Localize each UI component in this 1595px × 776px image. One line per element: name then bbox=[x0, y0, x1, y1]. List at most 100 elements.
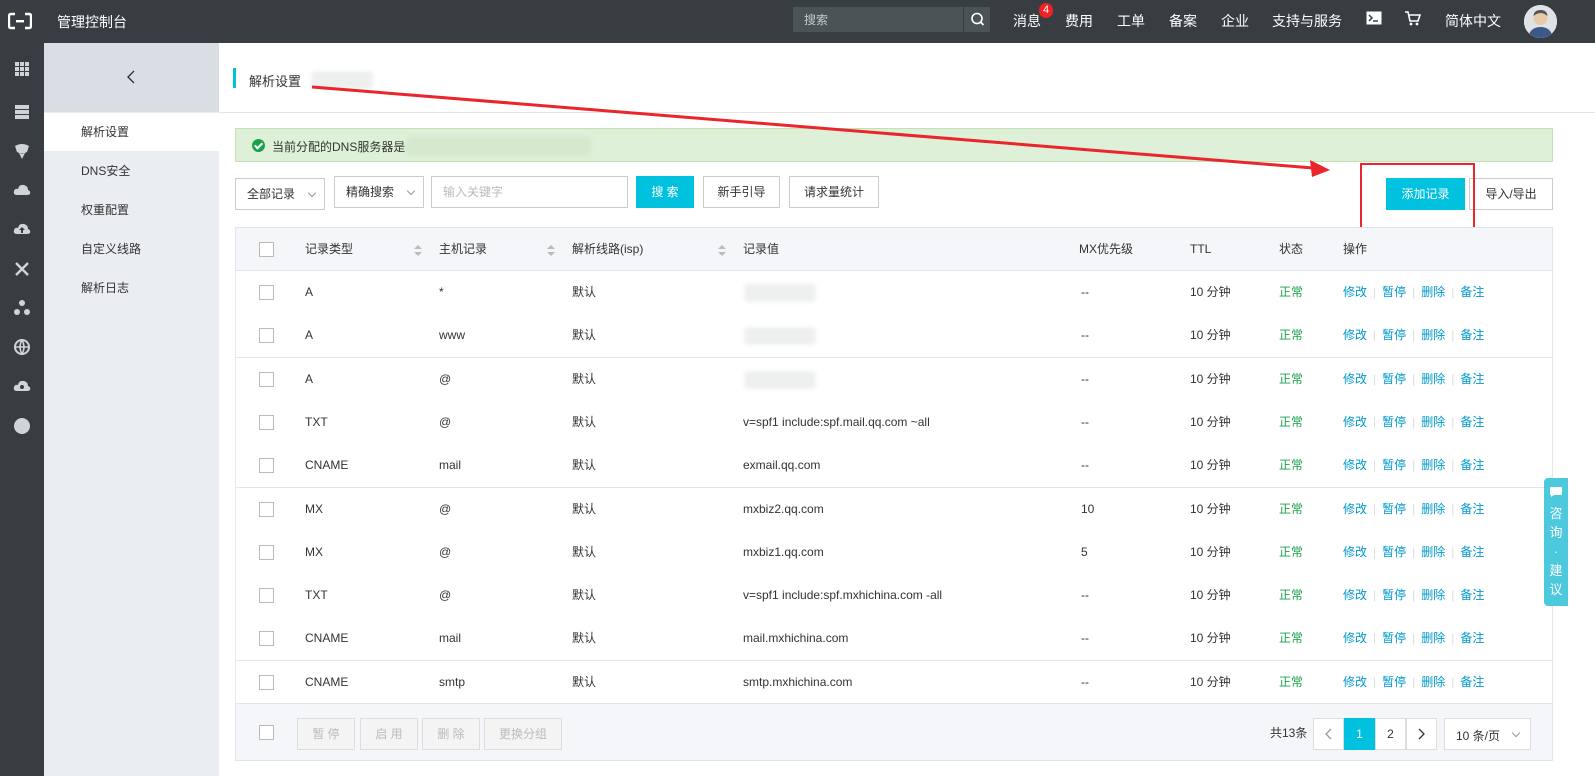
page-size-select[interactable]: 10 条/页 bbox=[1444, 718, 1531, 750]
row-checkbox[interactable] bbox=[259, 414, 274, 430]
pause-link[interactable]: 暂停 bbox=[1382, 675, 1406, 689]
sort-icon[interactable] bbox=[414, 245, 422, 256]
row-checkbox[interactable] bbox=[259, 285, 274, 300]
delete-link[interactable]: 删除 bbox=[1421, 675, 1445, 689]
header-host[interactable]: 主机记录 bbox=[439, 228, 487, 271]
delete-link[interactable]: 删除 bbox=[1421, 502, 1445, 516]
cluster-icon[interactable] bbox=[12, 298, 32, 318]
prev-page-button[interactable] bbox=[1313, 718, 1344, 750]
delete-link[interactable]: 删除 bbox=[1421, 631, 1445, 645]
edit-link[interactable]: 修改 bbox=[1343, 328, 1367, 342]
remark-link[interactable]: 备注 bbox=[1460, 372, 1484, 386]
edit-link[interactable]: 修改 bbox=[1343, 502, 1367, 516]
delete-link[interactable]: 删除 bbox=[1421, 545, 1445, 559]
change-group-button[interactable]: 更换分组 bbox=[484, 718, 562, 750]
remark-link[interactable]: 备注 bbox=[1460, 588, 1484, 602]
remark-link[interactable]: 备注 bbox=[1460, 502, 1484, 516]
header-record-type[interactable]: 记录类型 bbox=[305, 228, 353, 271]
pause-link[interactable]: 暂停 bbox=[1382, 502, 1406, 516]
record-filter-select[interactable]: 全部记录 bbox=[235, 178, 325, 210]
nav-tickets[interactable]: 工单 bbox=[1117, 11, 1145, 31]
row-checkbox[interactable] bbox=[259, 588, 274, 604]
pause-link[interactable]: 暂停 bbox=[1382, 545, 1406, 559]
delete-link[interactable]: 删除 bbox=[1421, 328, 1445, 342]
delete-link[interactable]: 删除 bbox=[1421, 372, 1445, 386]
terminal-icon[interactable] bbox=[1366, 11, 1382, 25]
remark-link[interactable]: 备注 bbox=[1460, 631, 1484, 645]
grid-menu-icon[interactable] bbox=[12, 59, 32, 79]
edit-link[interactable]: 修改 bbox=[1343, 285, 1367, 299]
nav-enterprise[interactable]: 企业 bbox=[1221, 11, 1249, 31]
search-mode-select[interactable]: 精确搜索 bbox=[334, 176, 424, 208]
page-2-button[interactable]: 2 bbox=[1375, 718, 1406, 750]
sidebar-item-resolve-log[interactable]: 解析日志 bbox=[44, 269, 219, 307]
row-checkbox[interactable] bbox=[259, 458, 274, 474]
security-cloud-icon[interactable] bbox=[12, 376, 32, 396]
select-all-checkbox[interactable] bbox=[259, 242, 274, 257]
next-page-button[interactable] bbox=[1406, 718, 1437, 750]
cloud-upload-icon[interactable] bbox=[12, 219, 32, 239]
edit-link[interactable]: 修改 bbox=[1343, 415, 1367, 429]
page-1-button[interactable]: 1 bbox=[1344, 718, 1375, 750]
row-checkbox[interactable] bbox=[259, 371, 274, 387]
request-stats-button[interactable]: 请求量统计 bbox=[789, 176, 879, 208]
import-export-button[interactable]: 导入/导出 bbox=[1469, 178, 1553, 210]
edit-link[interactable]: 修改 bbox=[1343, 631, 1367, 645]
aliyun-logo-icon[interactable] bbox=[8, 12, 32, 30]
pause-link[interactable]: 暂停 bbox=[1382, 285, 1406, 299]
batch-enable-button[interactable]: 启 用 bbox=[360, 718, 418, 750]
delete-link[interactable]: 删除 bbox=[1421, 458, 1445, 472]
remark-link[interactable]: 备注 bbox=[1460, 675, 1484, 689]
delete-link[interactable]: 删除 bbox=[1421, 415, 1445, 429]
nav-messages[interactable]: 消息 bbox=[1013, 11, 1041, 31]
console-title[interactable]: 管理控制台 bbox=[57, 12, 127, 32]
footer-select-all-checkbox[interactable] bbox=[259, 725, 274, 740]
sidebar-item-custom-lines[interactable]: 自定义线路 bbox=[44, 230, 219, 268]
row-checkbox[interactable] bbox=[259, 328, 274, 344]
cart-icon[interactable] bbox=[1404, 11, 1421, 26]
global-search-input[interactable] bbox=[793, 7, 963, 32]
sort-icon[interactable] bbox=[547, 245, 555, 256]
nav-icp[interactable]: 备案 bbox=[1169, 11, 1197, 31]
user-avatar[interactable] bbox=[1524, 5, 1557, 38]
keyword-input[interactable] bbox=[431, 176, 628, 208]
sort-icon[interactable] bbox=[718, 245, 726, 256]
pause-link[interactable]: 暂停 bbox=[1382, 328, 1406, 342]
row-checkbox[interactable] bbox=[259, 544, 274, 560]
sidebar-item-dns-security[interactable]: DNS安全 bbox=[44, 152, 219, 190]
network-cross-icon[interactable] bbox=[12, 259, 32, 279]
edit-link[interactable]: 修改 bbox=[1343, 675, 1367, 689]
row-checkbox[interactable] bbox=[259, 501, 274, 517]
delete-link[interactable]: 删除 bbox=[1421, 588, 1445, 602]
remark-link[interactable]: 备注 bbox=[1460, 328, 1484, 342]
sidebar-item-resolve-settings[interactable]: 解析设置 bbox=[44, 113, 219, 151]
globe-icon[interactable] bbox=[12, 337, 32, 357]
delete-link[interactable]: 删除 bbox=[1421, 285, 1445, 299]
edit-link[interactable]: 修改 bbox=[1343, 458, 1367, 472]
batch-pause-button[interactable]: 暂 停 bbox=[297, 718, 355, 750]
guide-button[interactable]: 新手引导 bbox=[703, 176, 780, 208]
remark-link[interactable]: 备注 bbox=[1460, 458, 1484, 472]
pause-link[interactable]: 暂停 bbox=[1382, 458, 1406, 472]
consult-feedback-tab[interactable]: 咨 询 · 建 议 bbox=[1544, 478, 1568, 606]
remark-link[interactable]: 备注 bbox=[1460, 285, 1484, 299]
pause-link[interactable]: 暂停 bbox=[1382, 588, 1406, 602]
sidebar-item-weight-config[interactable]: 权重配置 bbox=[44, 191, 219, 229]
server-icon[interactable] bbox=[12, 102, 32, 122]
nav-billing[interactable]: 费用 bbox=[1065, 11, 1093, 31]
language-switch[interactable]: 简体中文 bbox=[1445, 11, 1501, 31]
search-button[interactable] bbox=[963, 7, 990, 32]
database-icon[interactable] bbox=[12, 141, 32, 161]
search-records-button[interactable]: 搜 索 bbox=[636, 176, 694, 208]
pause-link[interactable]: 暂停 bbox=[1382, 631, 1406, 645]
edit-link[interactable]: 修改 bbox=[1343, 545, 1367, 559]
sidebar-collapse-button[interactable] bbox=[44, 43, 219, 112]
cloud-icon[interactable] bbox=[12, 180, 32, 200]
nav-support[interactable]: 支持与服务 bbox=[1272, 11, 1342, 31]
circle-icon[interactable] bbox=[12, 416, 32, 436]
row-checkbox[interactable] bbox=[259, 631, 274, 647]
remark-link[interactable]: 备注 bbox=[1460, 545, 1484, 559]
remark-link[interactable]: 备注 bbox=[1460, 415, 1484, 429]
edit-link[interactable]: 修改 bbox=[1343, 588, 1367, 602]
batch-delete-button[interactable]: 删 除 bbox=[422, 718, 480, 750]
